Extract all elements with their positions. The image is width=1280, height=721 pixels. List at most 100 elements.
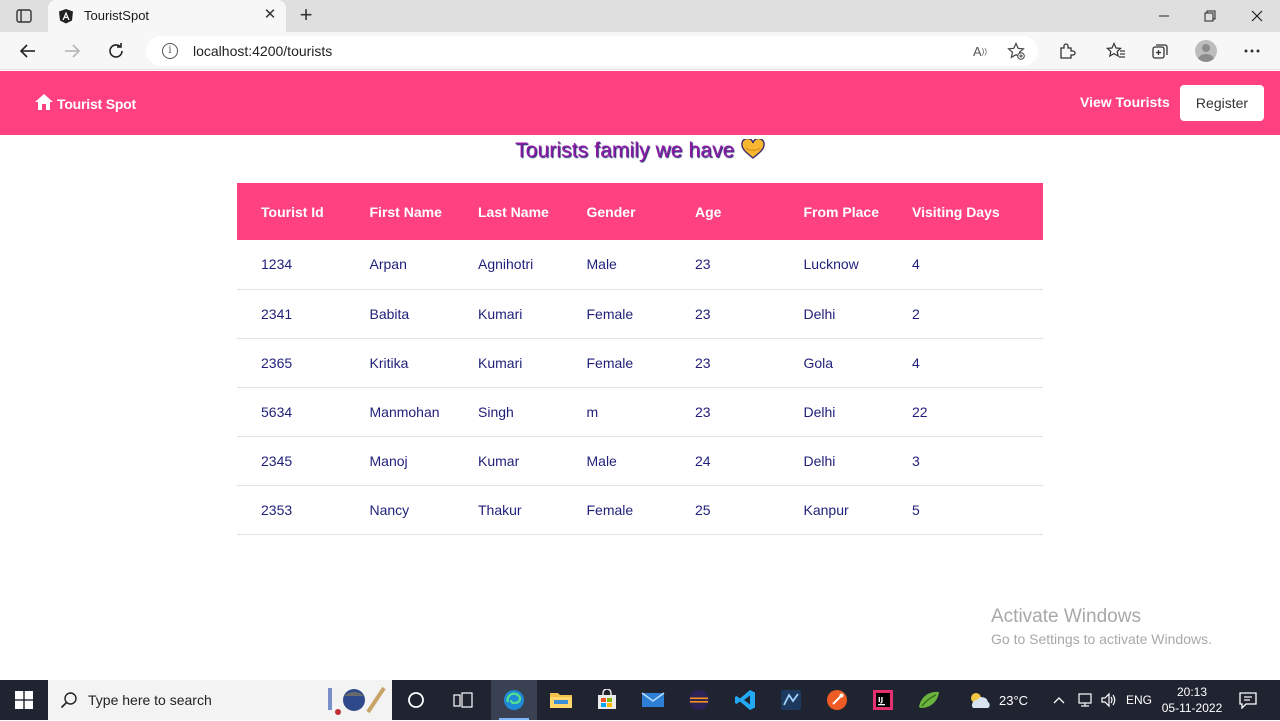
close-window-icon[interactable] [1234, 0, 1280, 32]
task-view-icon[interactable] [440, 680, 486, 720]
cell-from-place: Kanpur [779, 485, 888, 535]
cell-first-name: Nancy [345, 485, 454, 535]
angular-favicon-icon [58, 8, 74, 24]
profile-avatar[interactable] [1195, 40, 1217, 62]
taskbar-search-box[interactable]: Type here to search [48, 680, 392, 720]
table-row: 2341 Babita Kumari Female 23 Delhi 2 [237, 289, 1043, 339]
browser-tab[interactable]: TouristSpot ✕ [48, 0, 286, 32]
add-favorite-icon[interactable] [1006, 41, 1026, 61]
refresh-icon[interactable] [104, 39, 128, 63]
search-icon [60, 691, 78, 709]
svg-text:IJ: IJ [878, 696, 883, 704]
cell-gender: Male [562, 240, 671, 290]
windows-taskbar: Type here to search IJ 23°C ENG 20:13 05… [0, 680, 1280, 720]
table-row: 2365 Kritika Kumari Female 23 Gola 4 [237, 338, 1043, 388]
forward-icon[interactable] [60, 39, 84, 63]
cell-from-place: Lucknow [779, 240, 888, 290]
browser-toolbar: i localhost:4200/tourists A)) [0, 32, 1280, 70]
minimize-icon[interactable] [1141, 0, 1187, 32]
cell-age: 23 [671, 289, 780, 339]
cell-tourist-id: 1234 [237, 240, 346, 290]
cell-last-name: Kumar [454, 436, 563, 486]
cell-age: 23 [671, 338, 780, 388]
cell-from-place: Delhi [779, 436, 888, 486]
clock-time: 20:13 [1176, 685, 1208, 699]
show-hidden-icons-icon[interactable] [1053, 680, 1065, 720]
language-indicator[interactable]: ENG [1126, 680, 1152, 720]
cell-visiting-days: 5 [888, 485, 1043, 535]
postman-icon[interactable] [814, 680, 860, 720]
view-tourists-link[interactable]: View Tourists [1080, 94, 1170, 110]
search-highlight-icon [324, 684, 388, 716]
tab-title: TouristSpot [84, 8, 150, 23]
microsoft-store-icon[interactable] [584, 680, 630, 720]
browser-tab-strip: TouristSpot ✕ + [0, 0, 1280, 32]
cell-age: 24 [671, 436, 780, 486]
close-tab-icon[interactable]: ✕ [262, 7, 278, 23]
cell-age: 23 [671, 240, 780, 290]
edge-browser-icon[interactable] [491, 680, 537, 720]
cell-visiting-days: 3 [888, 436, 1043, 486]
brand-link[interactable]: Tourist Spot [34, 93, 136, 114]
address-url[interactable]: localhost:4200/tourists [193, 43, 332, 59]
weather-widget[interactable]: 23°C [967, 680, 1028, 720]
cell-last-name: Agnihotri [454, 240, 563, 290]
taskbar-search-placeholder: Type here to search [88, 692, 212, 708]
site-info-icon[interactable]: i [162, 43, 178, 59]
mail-icon[interactable] [630, 680, 676, 720]
activate-windows-watermark: Activate Windows Go to Settings to activ… [991, 606, 1212, 647]
cell-last-name: Thakur [454, 485, 563, 535]
clock-date: 05-11-2022 [1161, 701, 1223, 715]
table-row: 5634 Manmohan Singh m 23 Delhi 22 [237, 387, 1043, 437]
app-header: Tourist Spot View Tourists Register [0, 71, 1280, 135]
network-icon[interactable] [1076, 680, 1094, 720]
header-age: Age [695, 203, 722, 220]
read-aloud-icon[interactable]: A)) [970, 41, 990, 61]
cell-last-name: Singh [454, 387, 563, 437]
home-icon [34, 93, 54, 114]
weather-cloud-icon [971, 693, 990, 708]
register-button[interactable]: Register [1180, 85, 1264, 121]
cell-tourist-id: 2341 [237, 289, 346, 339]
cell-tourist-id: 2345 [237, 436, 346, 486]
brand-name: Tourist Spot [57, 95, 136, 112]
header-visiting-days: Visiting Days [912, 203, 1000, 220]
new-tab-icon[interactable]: + [294, 4, 318, 28]
cell-visiting-days: 4 [888, 338, 1043, 388]
vscode-icon[interactable] [722, 680, 768, 720]
more-options-icon[interactable] [1240, 39, 1264, 63]
favorites-icon[interactable] [1104, 39, 1128, 63]
restore-icon[interactable] [1187, 0, 1233, 32]
taskbar-clock[interactable]: 20:13 05-11-2022 [1160, 684, 1224, 716]
cell-from-place: Delhi [779, 387, 888, 437]
cell-visiting-days: 4 [888, 240, 1043, 290]
tourists-table: Tourist Id First Name Last Name Gender A… [237, 183, 1043, 535]
cell-gender: Male [562, 436, 671, 486]
sts-tool-icon[interactable] [768, 680, 814, 720]
file-explorer-icon[interactable] [538, 680, 584, 720]
windows-start-icon[interactable] [0, 680, 48, 720]
header-from-place: From Place [803, 203, 879, 220]
spring-tool-suite-icon[interactable] [906, 680, 952, 720]
eclipse-ide-icon[interactable] [676, 680, 722, 720]
header-first-name: First Name [369, 203, 442, 220]
address-bar[interactable]: i localhost:4200/tourists A)) [146, 36, 1038, 66]
task-view-cortana-icon[interactable] [393, 680, 439, 720]
cell-gender: m [562, 387, 671, 437]
cell-age: 23 [671, 387, 780, 437]
collections-icon[interactable] [1148, 39, 1172, 63]
cell-tourist-id: 2365 [237, 338, 346, 388]
volume-icon[interactable] [1100, 680, 1118, 720]
cell-last-name: Kumari [454, 338, 563, 388]
header-last-name: Last Name [478, 203, 549, 220]
tab-actions-icon[interactable] [10, 6, 38, 26]
cell-gender: Female [562, 338, 671, 388]
back-icon[interactable] [16, 39, 40, 63]
extensions-icon[interactable] [1055, 39, 1079, 63]
watermark-subtitle: Go to Settings to activate Windows. [991, 631, 1212, 647]
intellij-idea-icon[interactable]: IJ [860, 680, 906, 720]
cell-first-name: Manoj [345, 436, 454, 486]
header-gender: Gender [586, 203, 636, 220]
notifications-icon[interactable] [1228, 680, 1268, 720]
cell-tourist-id: 2353 [237, 485, 346, 535]
